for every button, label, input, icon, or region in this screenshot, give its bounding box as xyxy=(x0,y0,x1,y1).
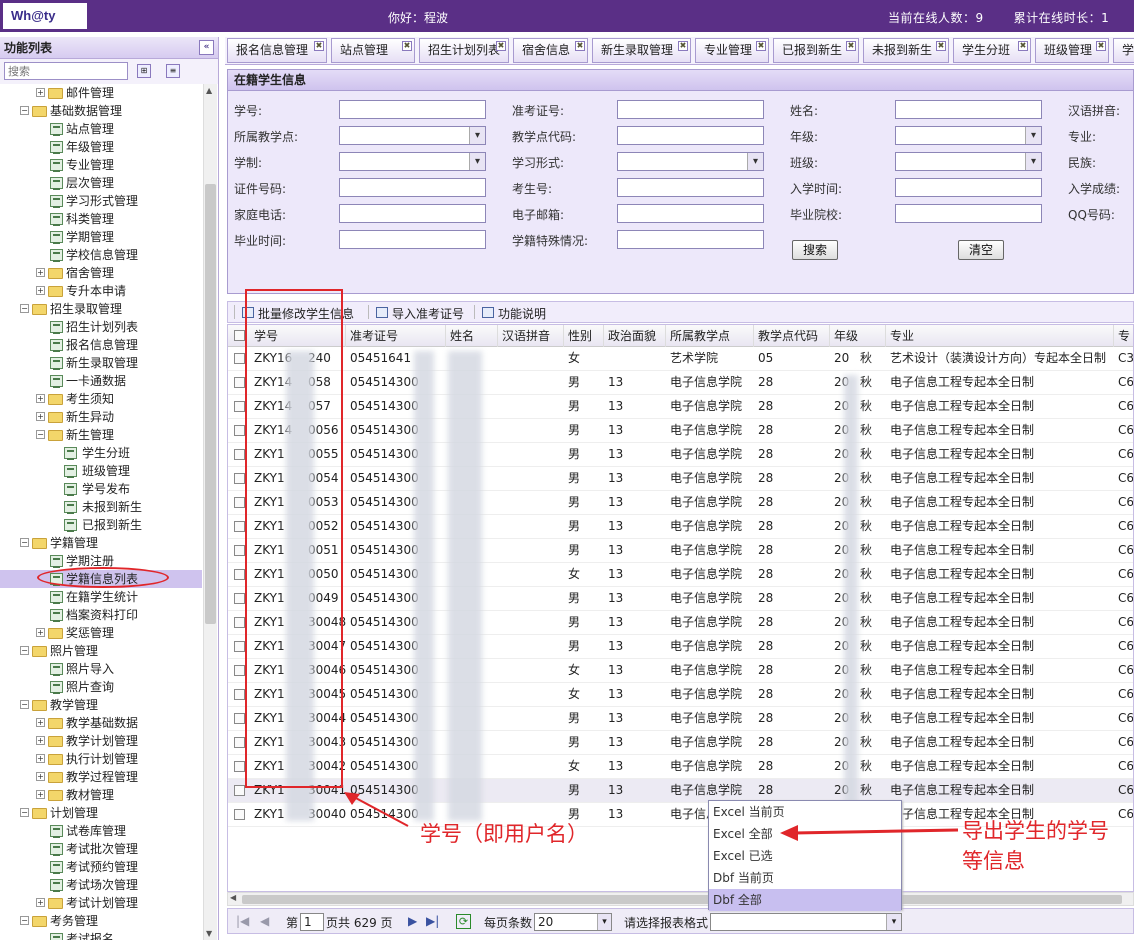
arrow-to-student-id xyxy=(351,795,409,827)
arrow-head xyxy=(780,825,798,841)
annotation-arrows xyxy=(344,792,959,841)
arrow-to-export-option xyxy=(793,828,959,835)
